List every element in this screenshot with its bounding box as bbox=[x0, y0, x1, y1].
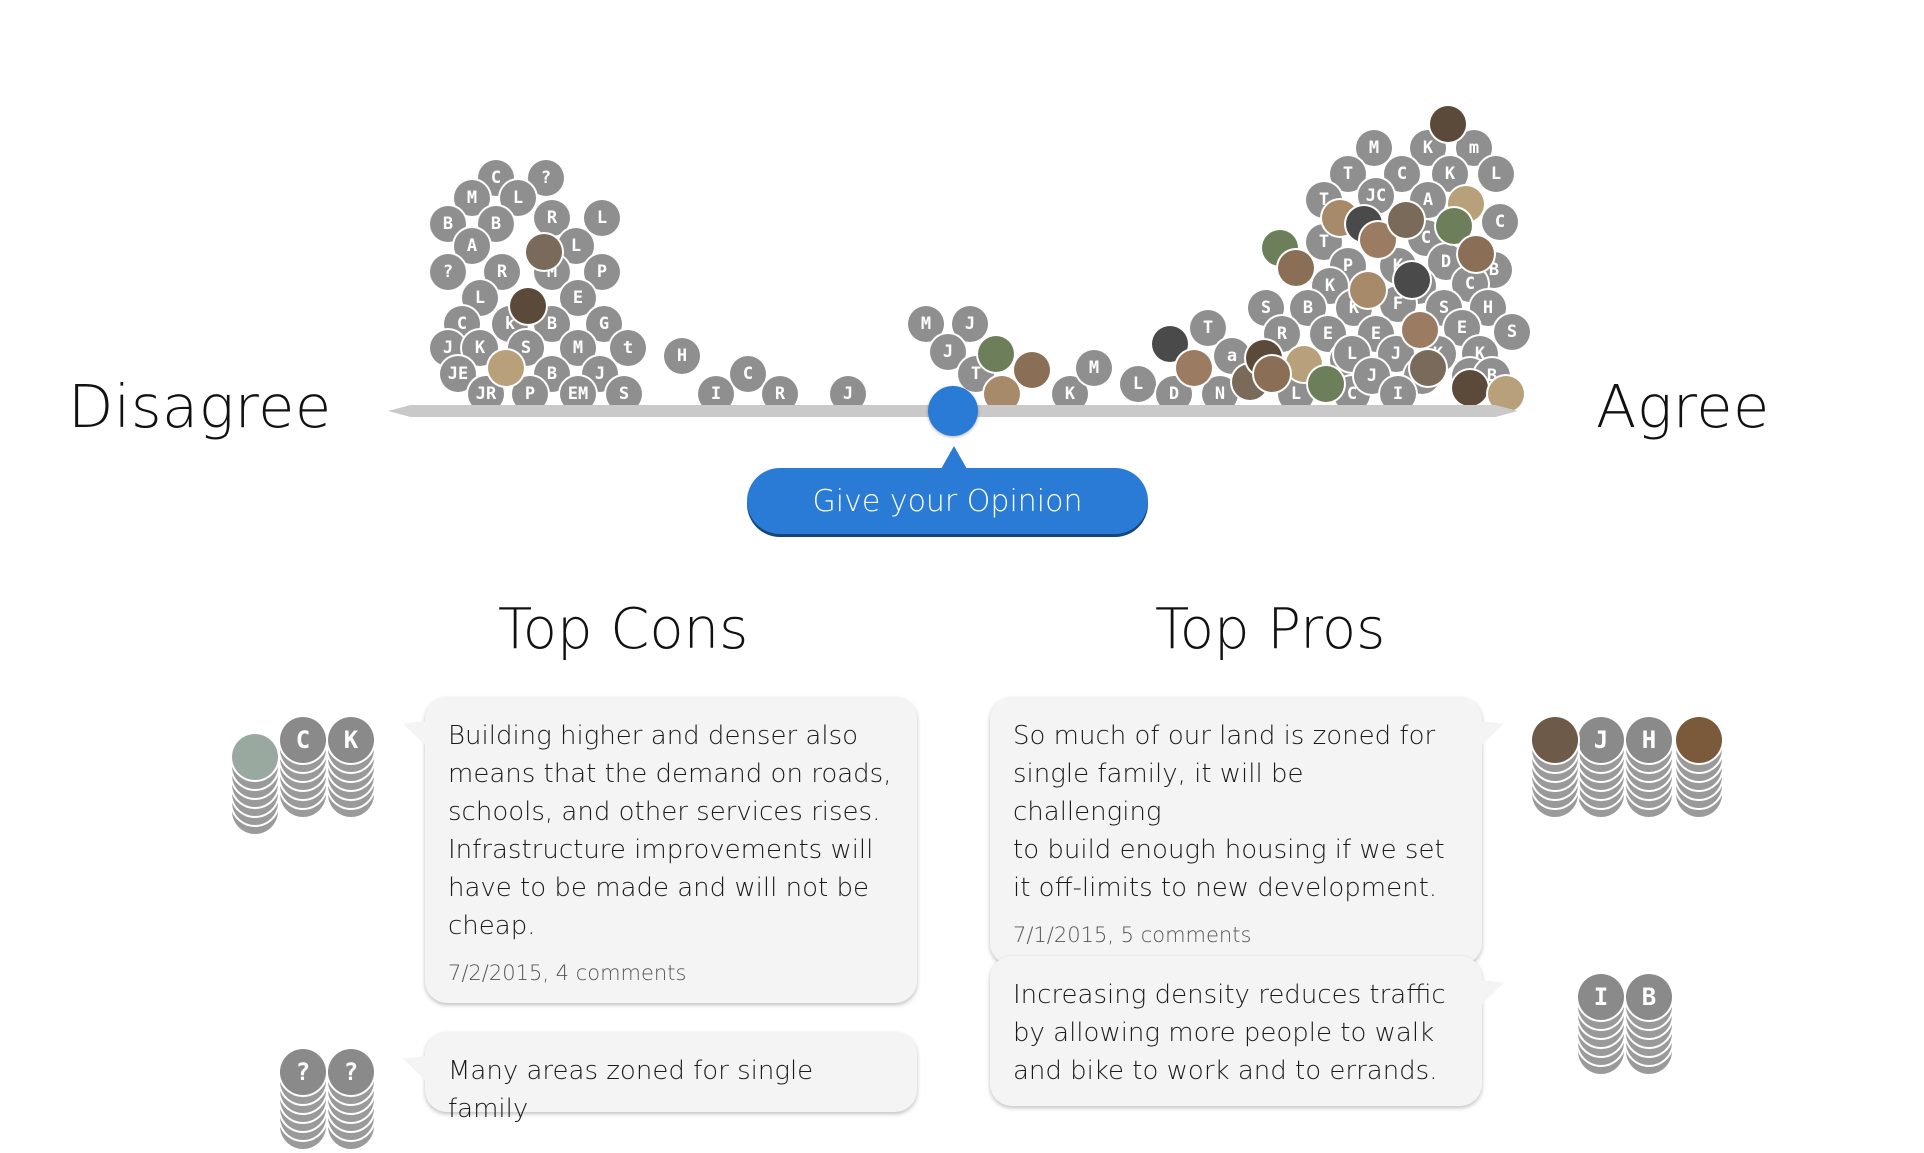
voter-avatar: H bbox=[1626, 717, 1672, 763]
avatar-dot[interactable]: H bbox=[664, 338, 700, 374]
voter-stack[interactable]: K bbox=[328, 717, 374, 821]
avatar-photo[interactable] bbox=[1402, 312, 1438, 348]
avatar-photo[interactable] bbox=[1014, 352, 1050, 388]
avatar-photo[interactable] bbox=[1430, 106, 1466, 142]
voter-avatar: ? bbox=[280, 1049, 326, 1095]
top-pros-heading: Top Pros bbox=[1155, 597, 1386, 662]
con-meta: 7/2/2015, 4 comments bbox=[448, 961, 687, 985]
voter-stack[interactable]: C bbox=[280, 717, 326, 821]
voter-stack[interactable]: J bbox=[1578, 717, 1624, 821]
avatar-photo[interactable] bbox=[1452, 370, 1488, 406]
voter-coin bbox=[232, 734, 278, 780]
avatar-photo[interactable] bbox=[1388, 202, 1424, 238]
avatar-dot[interactable]: C bbox=[1482, 204, 1518, 240]
voter-stack[interactable] bbox=[1532, 717, 1578, 821]
avatar-dot[interactable]: C bbox=[730, 356, 766, 392]
avatar-photo[interactable] bbox=[488, 350, 524, 386]
con-card[interactable]: Many areas zoned for single family bbox=[403, 1032, 917, 1124]
pro-card[interactable]: So much of our land is zoned for single … bbox=[990, 697, 1504, 965]
avatar-photo[interactable] bbox=[510, 288, 546, 324]
card-pointer bbox=[1480, 721, 1504, 747]
give-opinion-button[interactable]: Give your Opinion bbox=[747, 468, 1148, 534]
opinion-button-pointer bbox=[941, 446, 967, 469]
avatar-dot[interactable]: L bbox=[584, 200, 620, 236]
card-pointer bbox=[403, 1056, 427, 1082]
voter-stack[interactable]: B bbox=[1626, 974, 1672, 1078]
avatar-photo[interactable] bbox=[1176, 350, 1212, 386]
voter-avatar: K bbox=[328, 717, 374, 763]
avatar-dot[interactable]: ? bbox=[430, 254, 466, 290]
avatar-photo[interactable] bbox=[526, 234, 562, 270]
voter-avatar: B bbox=[1626, 974, 1672, 1020]
opinion-slider-handle[interactable] bbox=[928, 386, 978, 436]
avatar-photo[interactable] bbox=[1394, 262, 1430, 298]
avatar-photo[interactable] bbox=[1350, 272, 1386, 308]
pro-text: Increasing density reduces traffic by al… bbox=[1013, 980, 1446, 1086]
con-text: Many areas zoned for single family bbox=[448, 1056, 814, 1124]
avatar-dot[interactable]: L bbox=[1120, 366, 1156, 402]
avatar-photo[interactable] bbox=[1410, 350, 1446, 386]
disagree-label: Disagree bbox=[68, 372, 332, 441]
pro-meta: 7/1/2015, 5 comments bbox=[1013, 923, 1252, 947]
voter-stack[interactable] bbox=[1676, 717, 1722, 821]
avatar-dot[interactable]: M bbox=[1076, 350, 1112, 386]
voter-stack[interactable] bbox=[232, 734, 278, 838]
agree-label: Agree bbox=[1596, 372, 1770, 441]
top-cons-heading: Top Cons bbox=[498, 597, 749, 662]
voter-avatar: I bbox=[1578, 974, 1624, 1020]
voter-stack[interactable]: ? bbox=[280, 1049, 326, 1153]
avatar-dot[interactable]: L bbox=[1478, 156, 1514, 192]
card-pointer bbox=[1480, 980, 1504, 1006]
voter-coin bbox=[1676, 717, 1722, 763]
voter-stack[interactable]: I bbox=[1578, 974, 1624, 1078]
voter-stack[interactable]: ? bbox=[328, 1049, 374, 1153]
pro-card[interactable]: Increasing density reduces traffic by al… bbox=[990, 956, 1504, 1106]
voter-avatar: ? bbox=[328, 1049, 374, 1095]
card-pointer bbox=[403, 721, 427, 747]
avatar-photo[interactable] bbox=[978, 336, 1014, 372]
avatar-dot[interactable]: t bbox=[610, 330, 646, 366]
voter-avatar: J bbox=[1578, 717, 1624, 763]
voter-coin bbox=[1532, 717, 1578, 763]
avatar-photo[interactable] bbox=[1308, 366, 1344, 402]
avatar-photo[interactable] bbox=[1254, 356, 1290, 392]
pro-text: So much of our land is zoned for single … bbox=[1013, 721, 1445, 903]
voter-stack[interactable]: H bbox=[1626, 717, 1672, 821]
avatar-dot[interactable]: S bbox=[1494, 314, 1530, 350]
con-card[interactable]: Building higher and denser also means th… bbox=[403, 697, 917, 1003]
avatar-photo[interactable] bbox=[1278, 250, 1314, 286]
avatar-dot[interactable]: M bbox=[1356, 130, 1392, 166]
voter-avatar: C bbox=[280, 717, 326, 763]
avatar-photo[interactable] bbox=[1458, 236, 1494, 272]
con-text: Building higher and denser also means th… bbox=[448, 721, 892, 941]
